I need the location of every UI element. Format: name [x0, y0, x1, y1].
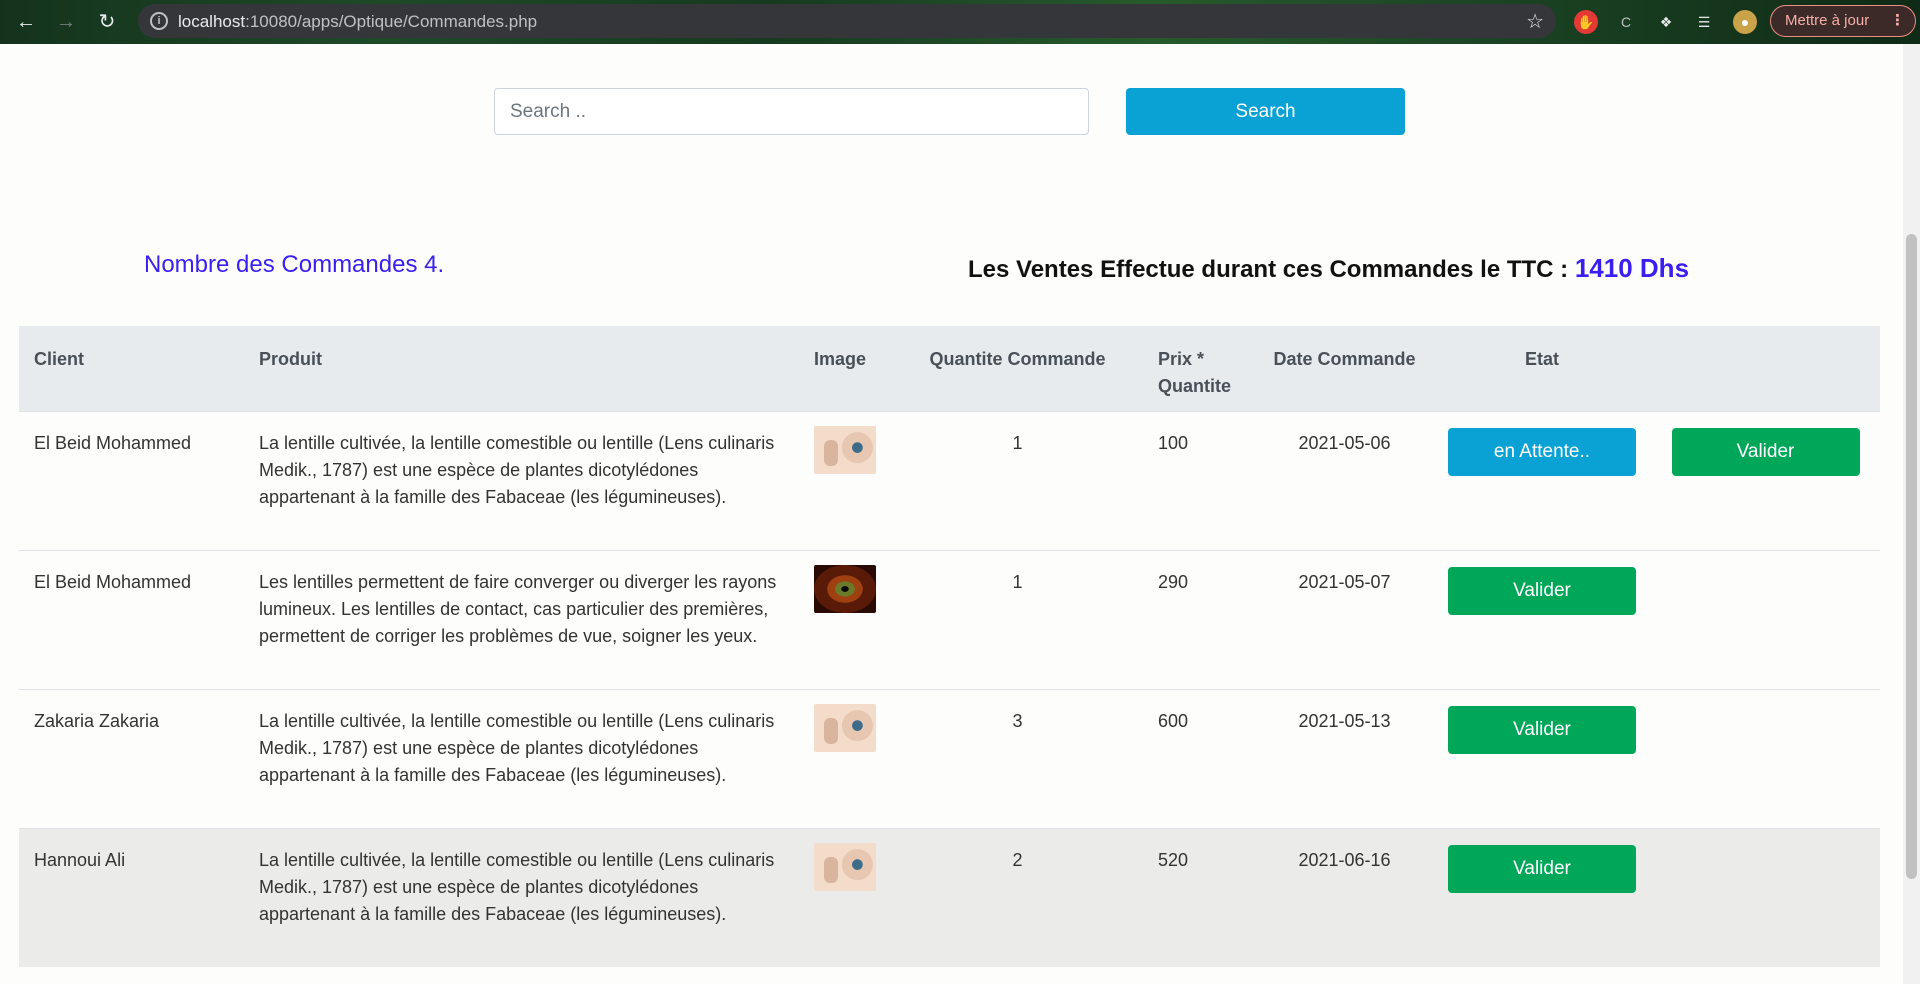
cell-action	[1651, 550, 1880, 689]
orders-table: Client Produit Image Quantite Commande P…	[19, 326, 1880, 967]
valider-button[interactable]: Valider	[1448, 566, 1636, 615]
cell-prix: 520	[1158, 849, 1189, 870]
cell-action: Valider	[1651, 411, 1880, 550]
back-icon[interactable]: ←	[12, 8, 40, 36]
cell-quantite: 1	[1012, 432, 1023, 453]
cell-client: Zakaria Zakaria	[34, 710, 160, 731]
profile-avatar-icon[interactable]: ●	[1733, 10, 1757, 34]
header-produit: Produit	[259, 349, 322, 369]
extension-c-icon[interactable]: C	[1614, 10, 1638, 34]
cell-action	[1651, 689, 1880, 828]
extension-red-icon[interactable]: ✋	[1574, 10, 1598, 34]
cell-etat: Valider	[1433, 550, 1651, 689]
sales-total: Les Ventes Effectue durant ces Commandes…	[968, 253, 1690, 283]
product-eye-image	[814, 564, 876, 613]
cell-etat: Valider	[1433, 689, 1651, 828]
cell-etat: en Attente..	[1433, 411, 1651, 550]
media-list-icon[interactable]: ☰	[1692, 10, 1716, 34]
cell-date: 2021-05-06	[1298, 432, 1391, 453]
cell-client: El Beid Mohammed	[34, 571, 192, 592]
cell-image	[799, 689, 892, 828]
table-row: El Beid Mohammed Les lentilles permetten…	[19, 550, 1880, 689]
cell-produit: La lentille cultivée, la lentille comest…	[259, 849, 775, 924]
cell-client: Hannoui Ali	[34, 849, 126, 870]
product-lens-image	[814, 842, 876, 891]
page-scrollbar[interactable]	[1903, 44, 1920, 984]
table-header-row: Client Produit Image Quantite Commande P…	[19, 326, 1880, 411]
cell-etat: Valider	[1433, 828, 1651, 967]
scrollbar-thumb[interactable]	[1906, 234, 1917, 879]
search-input[interactable]	[494, 88, 1089, 135]
url-text: localhost:10080/apps/Optique/Commandes.p…	[178, 12, 538, 31]
forward-icon[interactable]: →	[52, 8, 80, 36]
cell-client: El Beid Mohammed	[34, 432, 192, 453]
valider-button[interactable]: Valider	[1448, 705, 1636, 754]
cell-action	[1651, 828, 1880, 967]
cell-quantite: 1	[1012, 571, 1023, 592]
cell-produit: La lentille cultivée, la lentille comest…	[259, 432, 775, 507]
header-client: Client	[34, 349, 85, 369]
product-lens-image	[814, 703, 876, 752]
table-row: El Beid Mohammed La lentille cultivée, l…	[19, 411, 1880, 550]
header-quantite: Quantite Commande	[929, 349, 1106, 369]
header-etat: Etat	[1524, 349, 1559, 369]
address-bar[interactable]: i localhost:10080/apps/Optique/Commandes…	[138, 4, 1556, 38]
cell-image	[799, 550, 892, 689]
cell-image	[799, 828, 892, 967]
cell-date: 2021-05-13	[1298, 710, 1391, 731]
cell-quantite: 2	[1012, 849, 1023, 870]
cell-prix: 600	[1158, 710, 1189, 731]
orders-count: Nombre des Commandes 4.	[144, 251, 445, 278]
en-attente-button[interactable]: en Attente..	[1448, 427, 1636, 476]
valider-button[interactable]: Valider	[1448, 844, 1636, 893]
reload-icon[interactable]: ↻	[93, 8, 121, 36]
header-prix: Prix * Quantite	[1158, 349, 1232, 396]
table-row: Zakaria Zakaria La lentille cultivée, la…	[19, 689, 1880, 828]
valider-button[interactable]: Valider	[1671, 427, 1860, 476]
cell-quantite: 3	[1012, 710, 1023, 731]
cell-prix: 100	[1158, 432, 1189, 453]
update-browser-button[interactable]: Mettre à jour ⋮	[1770, 5, 1916, 37]
cell-produit: Les lentilles permettent de faire conver…	[259, 571, 777, 646]
sales-amount: 1410 Dhs	[1574, 253, 1690, 283]
product-lens-image	[814, 425, 876, 474]
cell-image	[799, 411, 892, 550]
extensions-puzzle-icon[interactable]: ❖	[1654, 10, 1678, 34]
cell-date: 2021-05-07	[1298, 571, 1391, 592]
cell-date: 2021-06-16	[1298, 849, 1391, 870]
header-actions	[1651, 326, 1880, 411]
menu-dots-icon[interactable]: ⋮	[1890, 6, 1905, 36]
browser-toolbar: ← → ↻ i localhost:10080/apps/Optique/Com…	[0, 0, 1920, 44]
cell-prix: 290	[1158, 571, 1189, 592]
bookmark-star-icon[interactable]: ☆	[1526, 9, 1544, 34]
site-info-icon[interactable]: i	[150, 12, 168, 30]
header-date: Date Commande	[1273, 349, 1416, 369]
table-row: Hannoui Ali La lentille cultivée, la len…	[19, 828, 1880, 967]
header-image: Image	[814, 349, 867, 369]
search-button[interactable]: Search	[1126, 88, 1405, 135]
cell-produit: La lentille cultivée, la lentille comest…	[259, 710, 775, 785]
